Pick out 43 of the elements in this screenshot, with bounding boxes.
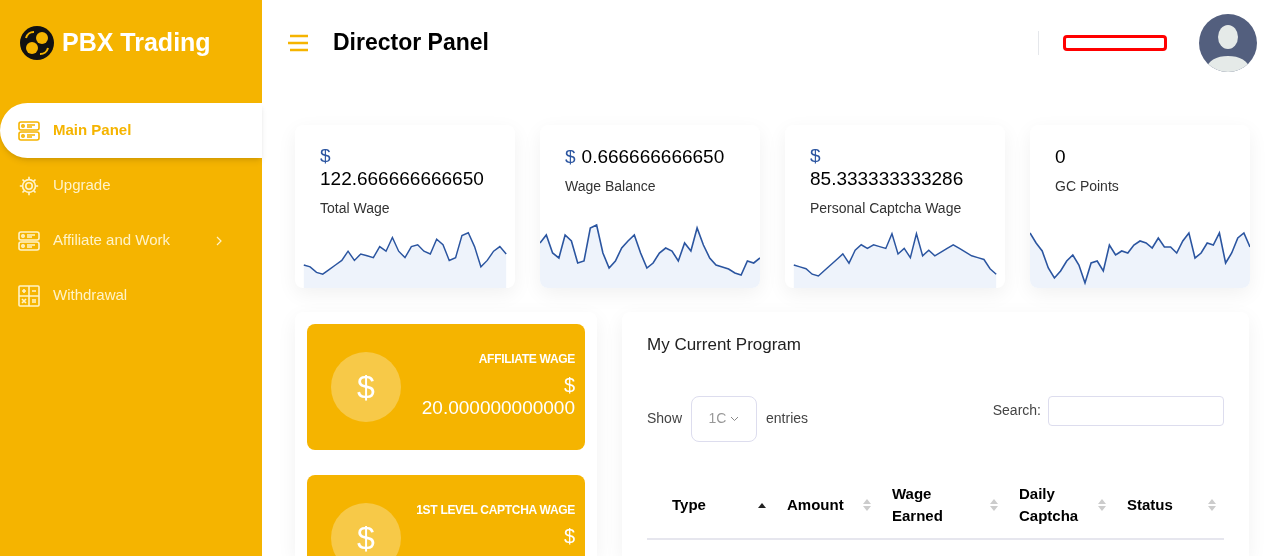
- stat-value: 85.333333333286: [810, 167, 965, 191]
- wage-title: 1ST LEVEL CAPTCHA WAGE: [416, 502, 575, 519]
- column-header[interactable]: Status: [1107, 493, 1217, 516]
- user-avatar-icon[interactable]: [1199, 13, 1257, 72]
- stat-label: Total Wage: [320, 199, 391, 218]
- sort-icon: [1207, 497, 1217, 512]
- stat-label: Wage Balance: [565, 177, 657, 196]
- stat-value: 0.666666666650: [581, 145, 725, 169]
- stat-label: GC Points: [1055, 177, 1120, 196]
- column-header[interactable]: Daily Captcha: [999, 482, 1107, 527]
- list-panel-icon: [18, 230, 40, 251]
- brand-name: PBX Trading: [62, 26, 211, 58]
- column-header[interactable]: Amount: [767, 493, 872, 516]
- gear-icon: [18, 174, 40, 197]
- show-label: Show: [647, 409, 683, 428]
- dollar-badge: $: [331, 352, 401, 422]
- currency-exchange-logo-icon: [20, 25, 54, 60]
- list-panel-icon: [18, 120, 40, 141]
- sort-icon: [862, 497, 872, 512]
- search-field[interactable]: [1048, 395, 1224, 426]
- search-label: Search:: [992, 401, 1041, 420]
- stat-label: Personal Captcha Wage: [810, 199, 963, 218]
- dollar-badge: $: [331, 503, 401, 556]
- section-title: My Current Program: [647, 334, 802, 356]
- stat-value: 122.666666666650: [320, 167, 485, 191]
- currency-sign: $: [563, 525, 575, 547]
- entries-label: entries: [766, 409, 810, 428]
- sort-icon: [1097, 497, 1107, 512]
- chevron-down-icon: [730, 415, 740, 422]
- currency-sign: $: [563, 374, 575, 396]
- wage-title: AFFILIATE WAGE: [478, 351, 575, 368]
- wage-value: 20.000000000000: [421, 396, 575, 420]
- calculator-icon: [18, 284, 40, 307]
- column-header[interactable]: Type: [647, 493, 767, 516]
- stat-value: 0: [1055, 145, 1067, 169]
- page-title: Director Panel: [333, 28, 490, 58]
- currency-sign: $: [565, 146, 576, 168]
- currency-sign: $: [810, 145, 822, 167]
- chevron-right-icon: [216, 235, 222, 246]
- menu-icon[interactable]: [287, 33, 309, 52]
- sort-icon: [989, 497, 999, 512]
- column-header[interactable]: Wage Earned: [872, 482, 999, 527]
- currency-sign: $: [320, 145, 332, 167]
